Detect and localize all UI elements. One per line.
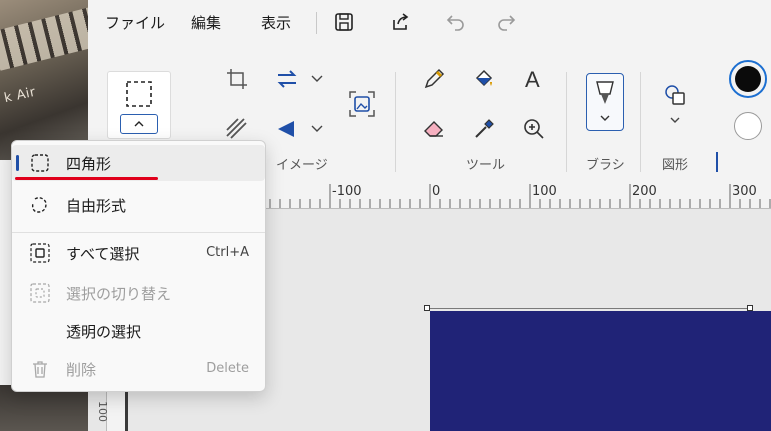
menu-item-invert-selection[interactable]: 選択の切り替え <box>12 275 265 311</box>
invert-selection-icon <box>30 283 50 303</box>
menu-view[interactable]: 表示 <box>261 12 291 33</box>
crop-icon[interactable] <box>224 66 250 92</box>
keyboard-photo-detail <box>0 5 88 71</box>
chevron-down-icon[interactable] <box>662 108 688 134</box>
menu-item-label: 透明の選択 <box>66 323 142 341</box>
remove-background-icon[interactable] <box>346 88 378 120</box>
menu-item-label: 選択の切り替え <box>66 285 172 303</box>
ribbon-divider <box>395 72 396 172</box>
menu-item-label: すべて選択 <box>66 245 140 263</box>
menu-item-label: 削除 <box>66 361 97 379</box>
shapes-group-label: 図形 <box>662 158 689 173</box>
rectangle-select-icon <box>31 154 49 172</box>
background-photo-thumbnail: k Air <box>0 0 88 160</box>
select-all-icon <box>30 243 50 263</box>
ribbon-divider <box>566 72 567 172</box>
resize-handle-top-right[interactable] <box>747 305 753 311</box>
vertical-ruler-label: 100 <box>96 401 109 422</box>
chevron-down-icon[interactable] <box>304 66 330 92</box>
svg-text:A: A <box>525 67 540 92</box>
highlight-underline <box>15 177 158 180</box>
thumbnail-overlay-text: k Air <box>2 84 38 107</box>
menu-item-delete[interactable]: 削除 Delete <box>12 351 265 387</box>
save-icon[interactable] <box>332 10 356 34</box>
secondary-color-swatch[interactable] <box>734 112 762 140</box>
canvas-selection-edge <box>427 308 751 309</box>
menu-item-shortcut: Ctrl+A <box>206 245 249 260</box>
eraser-icon[interactable] <box>421 116 447 142</box>
resize-handle-top-left[interactable] <box>424 305 430 311</box>
selection-options-toggle[interactable] <box>120 114 158 134</box>
menu-item-label: 自由形式 <box>66 197 127 215</box>
flip-icon[interactable] <box>274 116 300 142</box>
menu-item-freeform[interactable]: 自由形式 <box>12 187 265 223</box>
chevron-down-icon <box>600 115 610 121</box>
brush-group-label: ブラシ <box>586 158 625 173</box>
tools-group-label: ツール <box>466 158 506 173</box>
rotate-icon[interactable] <box>274 66 300 92</box>
ruler-label: 100 <box>532 184 557 199</box>
menu-bar: ファイル 編集 表示 <box>88 0 771 44</box>
brush-selector[interactable] <box>586 73 624 131</box>
freeform-select-icon <box>31 197 47 213</box>
menu-divider <box>316 12 317 34</box>
ruler-label: 300 <box>732 184 757 199</box>
ruler-label: 0 <box>432 184 441 199</box>
menu-item-shortcut: Delete <box>206 361 249 376</box>
colors-group-accent <box>716 152 718 172</box>
brush-icon <box>596 81 614 104</box>
magnifier-icon[interactable] <box>521 116 547 142</box>
selection-tool-button[interactable] <box>107 71 171 139</box>
ribbon-divider <box>640 72 641 172</box>
share-icon[interactable] <box>388 10 412 34</box>
menu-item-rectangle[interactable]: 四角形 <box>12 145 265 181</box>
menu-item-transparent-selection[interactable]: 透明の選択 <box>12 313 265 349</box>
primary-color-dot <box>735 66 761 92</box>
color-picker-icon[interactable] <box>471 116 497 142</box>
shapes-icon[interactable] <box>662 82 688 108</box>
resize-icon[interactable] <box>224 116 250 142</box>
primary-color-swatch[interactable] <box>729 60 767 98</box>
image-group-label: イメージ <box>276 158 328 173</box>
redo-icon[interactable] <box>494 10 518 34</box>
chevron-up-icon <box>134 121 144 127</box>
menu-file[interactable]: ファイル <box>105 12 165 33</box>
selected-indicator <box>16 155 19 171</box>
undo-icon[interactable] <box>444 10 468 34</box>
menu-edit[interactable]: 編集 <box>191 12 221 33</box>
menu-item-label: 四角形 <box>66 155 112 173</box>
chevron-down-icon[interactable] <box>304 116 330 142</box>
rectangle-select-icon <box>126 81 152 107</box>
ruler-label: -100 <box>332 184 362 199</box>
canvas-image[interactable] <box>430 311 771 431</box>
fill-bucket-icon[interactable] <box>471 66 497 92</box>
menu-divider <box>12 232 265 233</box>
text-icon[interactable]: A <box>521 66 547 92</box>
pencil-icon[interactable] <box>421 66 447 92</box>
ruler-label: 200 <box>632 184 657 199</box>
trash-icon <box>33 361 47 378</box>
menu-item-select-all[interactable]: すべて選択 Ctrl+A <box>12 235 265 271</box>
